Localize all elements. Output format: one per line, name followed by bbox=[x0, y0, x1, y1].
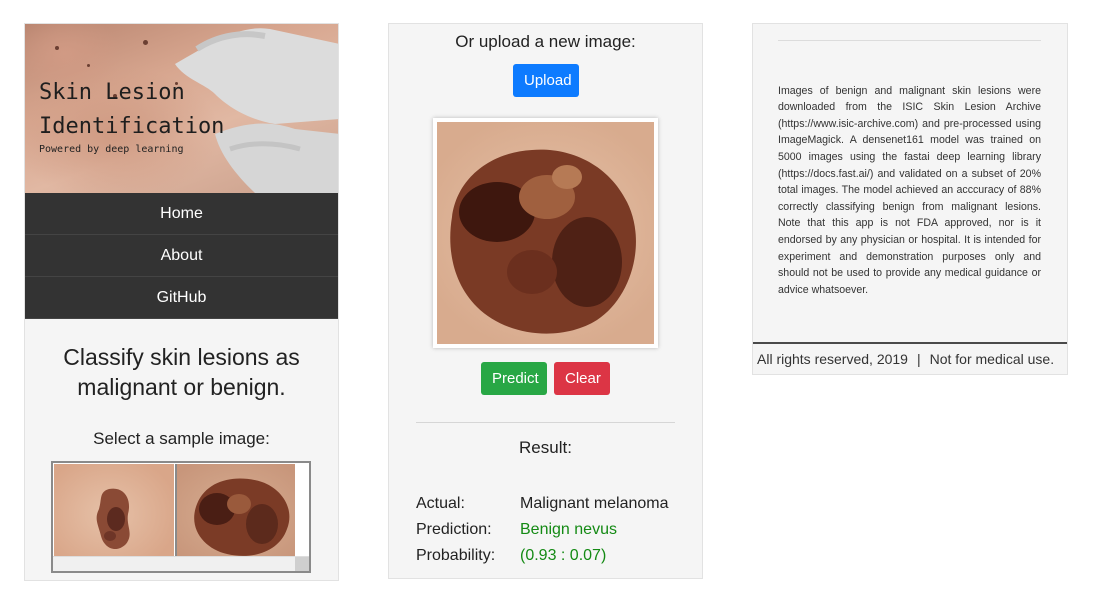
center-panel: Or upload a new image: Upload Predict Cl… bbox=[388, 23, 703, 579]
probability-value: (0.93 : 0.07) bbox=[520, 547, 607, 564]
footer-separator: | bbox=[916, 351, 921, 367]
sample-image-scroller[interactable] bbox=[51, 461, 311, 573]
actual-label: Actual: bbox=[416, 495, 465, 512]
about-text: Images of benign and malignant skin lesi… bbox=[778, 84, 1041, 296]
lesion-preview-image bbox=[437, 122, 654, 344]
main-nav: Home About GitHub bbox=[25, 193, 338, 319]
result-heading: Result: bbox=[519, 438, 572, 457]
sample-image-2[interactable] bbox=[175, 464, 295, 560]
predict-button[interactable]: Predict bbox=[481, 362, 547, 395]
footer-rights: All rights reserved, 2019 bbox=[757, 351, 908, 367]
prediction-label: Prediction: bbox=[416, 521, 492, 538]
result-row-actual: Actual: Malignant melanoma bbox=[416, 495, 669, 513]
upload-button[interactable]: Upload bbox=[513, 64, 579, 97]
footer-disclaimer: Not for medical use. bbox=[929, 351, 1055, 367]
header-banner: Skin Lesion Identification Powered by de… bbox=[25, 24, 338, 193]
clear-button[interactable]: Clear bbox=[554, 362, 610, 395]
prediction-value: Benign nevus bbox=[520, 521, 617, 538]
divider bbox=[778, 40, 1041, 41]
actual-value: Malignant melanoma bbox=[520, 495, 669, 512]
nav-item-home[interactable]: Home bbox=[25, 193, 338, 235]
nav-item-about[interactable]: About bbox=[25, 235, 338, 277]
right-panel: Images of benign and malignant skin lesi… bbox=[752, 23, 1068, 375]
tagline: Classify skin lesions as malignant or be… bbox=[63, 344, 300, 400]
scroll-corner bbox=[295, 557, 309, 571]
left-panel: Skin Lesion Identification Powered by de… bbox=[24, 23, 339, 581]
title-line-1: Skin Lesion bbox=[39, 80, 185, 105]
page-subtitle: Powered by deep learning bbox=[39, 144, 184, 155]
result-row-prediction: Prediction: Benign nevus bbox=[416, 521, 617, 539]
probability-label: Probability: bbox=[416, 547, 496, 564]
sample-label: Select a sample image: bbox=[93, 429, 270, 448]
result-row-probability: Probability: (0.93 : 0.07) bbox=[416, 547, 606, 565]
footer: All rights reserved, 2019 | Not for medica… bbox=[753, 342, 1067, 374]
horizontal-scrollbar[interactable] bbox=[53, 556, 309, 571]
sample-image-1[interactable] bbox=[54, 464, 174, 560]
nav-item-github[interactable]: GitHub bbox=[25, 277, 338, 319]
image-preview bbox=[433, 118, 658, 348]
page-title: Skin Lesion Identification bbox=[39, 76, 224, 144]
divider bbox=[416, 422, 675, 423]
upload-label: Or upload a new image: bbox=[455, 32, 636, 51]
title-line-2: Identification bbox=[39, 114, 225, 139]
